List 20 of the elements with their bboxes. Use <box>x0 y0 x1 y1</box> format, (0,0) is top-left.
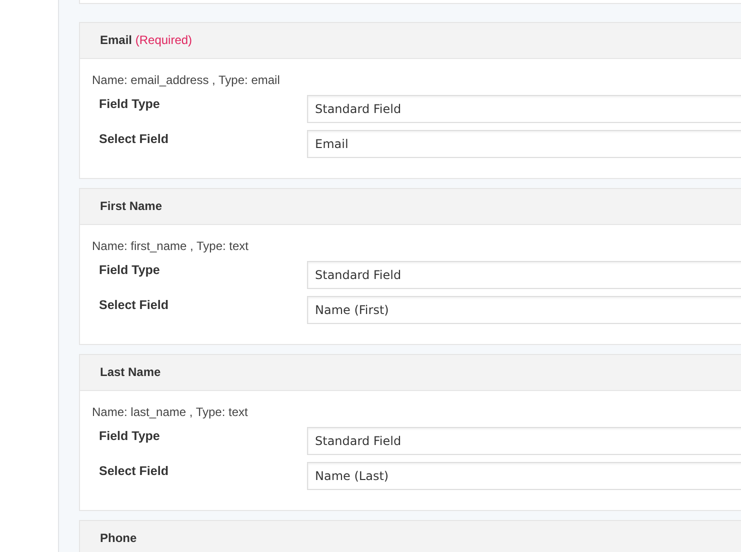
panel-title: Last Name <box>100 365 161 379</box>
field-label: Select Field <box>98 463 170 480</box>
select-field[interactable]: Email <box>307 130 741 158</box>
field-meta: Name: first_name , Type: text <box>92 238 250 255</box>
field-label: Field Type <box>98 96 161 113</box>
select-field[interactable]: Name (Last) <box>307 462 741 490</box>
field-label: Field Type <box>98 428 161 445</box>
field-meta: Name: email_address , Type: email <box>92 72 281 89</box>
panel-title: Email <box>100 33 132 47</box>
field-label: Select Field <box>98 297 170 314</box>
field-label: Select Field <box>98 131 170 148</box>
select-field[interactable]: Standard Field <box>307 427 741 455</box>
select-field[interactable]: Name (First) <box>307 296 741 324</box>
panel-title: Phone <box>100 531 137 545</box>
select-field[interactable]: Standard Field <box>307 261 741 289</box>
required-note: (Required) <box>135 33 192 47</box>
panel-title: First Name <box>100 199 162 213</box>
select-field[interactable]: Standard Field <box>307 95 741 123</box>
field-meta: Name: last_name , Type: text <box>92 404 249 421</box>
field-label: Field Type <box>98 262 161 279</box>
